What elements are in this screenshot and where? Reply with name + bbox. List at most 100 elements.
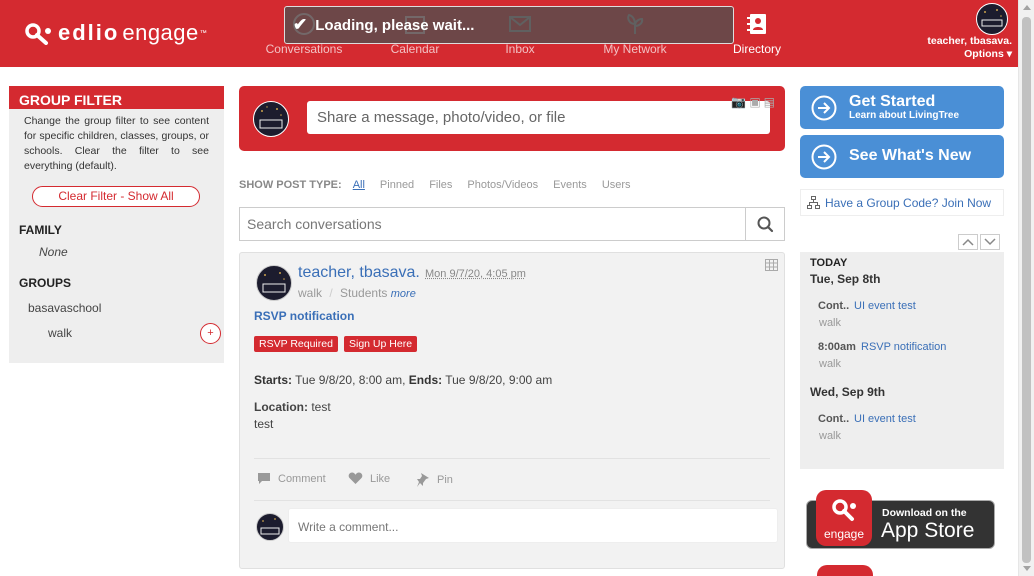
expand-group-button[interactable]: + — [200, 323, 221, 344]
comment-icon — [257, 472, 271, 485]
user-menu[interactable]: teacher, tbasava. Options ▾ — [912, 3, 1012, 63]
scroll-up-icon[interactable] — [1023, 5, 1031, 10]
directory-icon — [745, 12, 769, 36]
calendar-next-button[interactable] — [980, 234, 1000, 250]
post-author[interactable]: teacher, tbasava. — [298, 264, 420, 282]
app-store-badge[interactable]: engage Download on the App Store — [806, 500, 995, 549]
file-icon[interactable]: ▤ — [764, 95, 778, 109]
grid-icon[interactable] — [765, 259, 778, 271]
nav-directory-label: Directory — [707, 42, 807, 56]
top-header: edlio engage ™ Conversations Calendar In… — [0, 0, 1018, 67]
comment-input[interactable]: Write a comment... — [288, 508, 778, 543]
event-times: Starts: Tue 9/8/20, 8:00 am, Ends: Tue 9… — [254, 373, 552, 387]
post-type-photos-videos[interactable]: Photos/Videos — [467, 179, 538, 191]
chevron-down-icon — [981, 235, 999, 249]
attachment-icons: 📷▣▤ — [731, 95, 778, 109]
post-date[interactable]: Mon 9/7/20, 4:05 pm — [425, 268, 526, 280]
event-link[interactable]: RSVP notification — [861, 341, 946, 353]
event-description: test — [254, 417, 273, 431]
download-on-text: Download on the — [882, 507, 967, 519]
options-dropdown[interactable]: Options ▾ — [964, 48, 1012, 60]
event-link[interactable]: UI event test — [854, 413, 916, 425]
search-input[interactable]: Search conversations — [239, 207, 746, 241]
brand-edlio: edlio — [58, 20, 119, 46]
family-none: None — [39, 245, 68, 259]
search-icon — [746, 208, 786, 242]
sign-up-badge[interactable]: Sign Up Here — [344, 336, 417, 352]
group-code-text: Have a Group Code? Join Now — [825, 196, 991, 215]
brand-trademark: ™ — [200, 30, 207, 37]
whats-new-title: See What's New — [849, 147, 971, 165]
starts-label: Starts: — [254, 373, 292, 387]
event-time: 8:00am — [818, 341, 856, 353]
composer-avatar — [253, 101, 289, 137]
upcoming-events-panel: TODAY Tue, Sep 8th Cont.. UI event test … — [800, 252, 1004, 469]
share-message-input[interactable]: Share a message, photo/video, or file — [307, 101, 770, 134]
engage-app-label: engage — [816, 527, 872, 541]
comment-action[interactable]: Comment — [257, 472, 326, 485]
like-action[interactable]: Like — [348, 472, 390, 485]
calendar-prev-button[interactable] — [958, 234, 978, 250]
event-time: Cont.. — [818, 413, 849, 425]
post-title[interactable]: RSVP notification — [254, 309, 354, 323]
post-type-all[interactable]: All — [353, 179, 365, 191]
page-scrollbar[interactable] — [1018, 0, 1034, 576]
scroll-down-icon[interactable] — [1023, 566, 1031, 571]
groups-heading: GROUPS — [19, 276, 71, 290]
arrow-right-circle-icon — [811, 95, 837, 121]
group-filter-description: Change the group filter to see content f… — [9, 109, 224, 174]
search-button[interactable] — [745, 207, 785, 241]
clear-filter-button[interactable]: Clear Filter - Show All — [32, 186, 200, 207]
post-author-avatar[interactable] — [256, 265, 292, 301]
group-code-link[interactable]: Have a Group Code? Join Now — [800, 189, 1004, 216]
nav-conversations-label: Conversations — [254, 42, 354, 56]
pin-action[interactable]: Pin — [416, 472, 453, 488]
post-type-files[interactable]: Files — [429, 179, 452, 191]
loading-text: Loading, please wait... — [315, 17, 474, 34]
pin-label: Pin — [437, 474, 453, 486]
ends-value: Tue 9/8/20, 9:00 am — [445, 373, 552, 387]
post-meta-separator: / — [329, 286, 332, 300]
post-audience: Students — [340, 286, 387, 300]
checkmark-icon: ✔ — [293, 15, 307, 35]
event-location: Location: test — [254, 400, 331, 414]
today-heading: TODAY — [810, 257, 847, 269]
app-store-text: App Store — [881, 519, 974, 543]
chevron-up-icon — [959, 235, 977, 249]
pin-icon — [416, 472, 430, 488]
comment-label: Comment — [278, 473, 326, 485]
group-item-walk[interactable]: walk — [48, 326, 72, 340]
post-type-filter: SHOW POST TYPE: All Pinned Files Photos/… — [239, 179, 646, 191]
location-value: test — [311, 400, 330, 414]
get-started-button[interactable]: Get Started Learn about LivingTree — [800, 86, 1004, 129]
post-type-events[interactable]: Events — [553, 179, 587, 191]
post-type-users[interactable]: Users — [602, 179, 631, 191]
post-more-link[interactable]: more — [391, 288, 416, 300]
post-group[interactable]: walk — [298, 286, 322, 300]
event-group: walk — [819, 317, 841, 329]
event-time: Cont.. — [818, 300, 849, 312]
google-play-badge-partial[interactable] — [817, 565, 873, 576]
post-meta: walk / Students more — [298, 286, 416, 300]
whats-new-button[interactable]: See What's New — [800, 135, 1004, 178]
engage-app-icon: engage — [816, 490, 872, 546]
group-filter-heading: GROUP FILTER — [9, 86, 224, 109]
post-type-label: SHOW POST TYPE: — [239, 179, 342, 191]
edlio-logo-icon — [24, 21, 52, 45]
rsvp-required-badge[interactable]: RSVP Required — [254, 336, 338, 352]
like-label: Like — [370, 473, 390, 485]
nav-my-network-label: My Network — [585, 42, 685, 56]
group-item-basavaschool[interactable]: basavaschool — [28, 301, 101, 315]
post-type-pinned[interactable]: Pinned — [380, 179, 414, 191]
conversation-search: Search conversations — [239, 207, 785, 241]
camera-icon[interactable]: 📷 — [731, 95, 749, 109]
brand-engage: engage — [122, 20, 198, 46]
user-name: teacher, tbasava. — [927, 35, 1012, 47]
edlio-engage-logo[interactable]: edlio engage ™ — [24, 18, 207, 48]
nav-calendar-label: Calendar — [365, 42, 465, 56]
video-icon[interactable]: ▣ — [749, 95, 763, 109]
scroll-thumb[interactable] — [1022, 17, 1031, 563]
user-avatar[interactable] — [976, 3, 1008, 35]
commenter-avatar — [256, 513, 284, 541]
event-link[interactable]: UI event test — [854, 300, 916, 312]
